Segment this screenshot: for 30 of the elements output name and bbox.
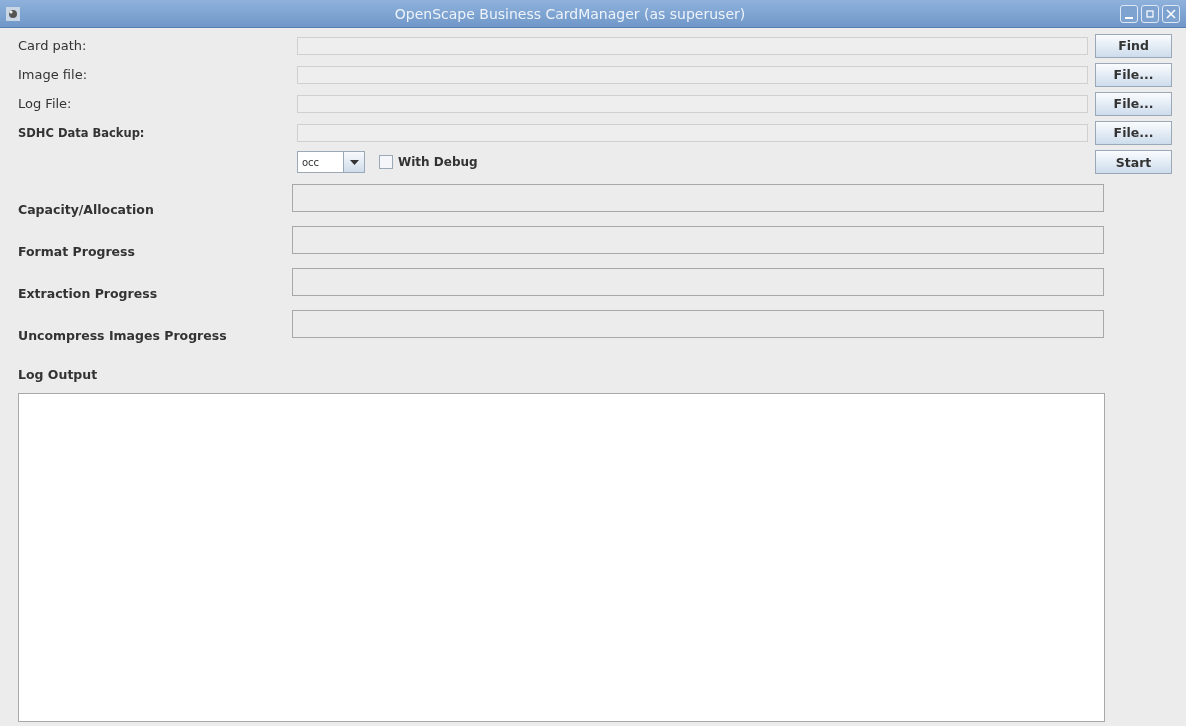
progress-label: Format Progress xyxy=(18,244,136,261)
browse-button[interactable]: File... xyxy=(1095,120,1172,145)
window-title: OpenScape Business CardManager (as superuser) xyxy=(393,5,747,22)
browse-button[interactable]: File... xyxy=(1095,91,1172,116)
debug-checkbox[interactable]: With Debug xyxy=(379,155,478,169)
browse-button[interactable]: Find xyxy=(1095,33,1172,58)
maximize-button[interactable] xyxy=(1141,4,1159,23)
log-label: Log Output xyxy=(18,367,99,382)
field-label: SDHC Data Backup: xyxy=(18,125,146,140)
path-field[interactable] xyxy=(296,65,1089,84)
caret-icon xyxy=(349,159,359,165)
minimize-icon xyxy=(1125,16,1133,19)
progress-label: Extraction Progress xyxy=(18,286,159,303)
field-label: Card path: xyxy=(18,38,88,53)
path-field[interactable] xyxy=(296,94,1089,113)
path-field[interactable] xyxy=(296,123,1089,142)
progress-label: Uncompress Images Progress xyxy=(18,328,228,345)
minimize-button[interactable] xyxy=(1120,4,1138,23)
mode-dropdown[interactable]: occ xyxy=(297,151,365,173)
field-label: Log File: xyxy=(18,96,73,111)
browse-button[interactable]: File... xyxy=(1095,62,1172,87)
app-icon xyxy=(6,6,20,21)
field-label: Image file: xyxy=(18,67,89,82)
path-field[interactable] xyxy=(296,36,1089,55)
start-button[interactable]: Start xyxy=(1095,150,1172,174)
maximize-icon xyxy=(1145,8,1155,19)
progress-label: Capacity/Allocation xyxy=(18,202,155,219)
log-output-area[interactable] xyxy=(18,393,1105,722)
close-icon xyxy=(1166,8,1176,19)
close-button[interactable] xyxy=(1162,4,1180,23)
